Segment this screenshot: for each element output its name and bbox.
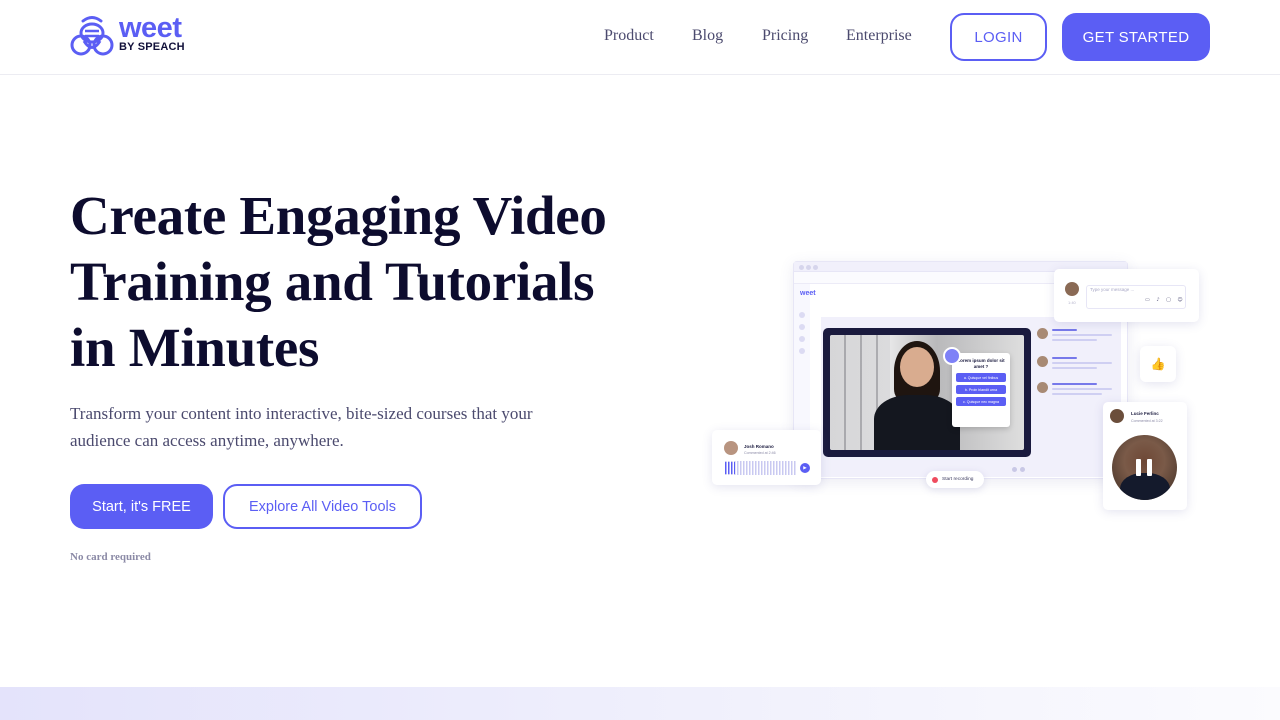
pager-dot bbox=[1012, 467, 1017, 472]
list-line bbox=[1052, 357, 1077, 359]
presenter-body bbox=[874, 395, 960, 450]
chat-placeholder: Type your message ... bbox=[1090, 287, 1135, 292]
pager-dot bbox=[1020, 467, 1025, 472]
nav-link-product[interactable]: Product bbox=[604, 27, 654, 45]
get-started-button[interactable]: GET STARTED bbox=[1062, 13, 1210, 61]
audio-waveform-progress bbox=[725, 462, 735, 474]
next-section-band bbox=[0, 687, 1280, 720]
video-comment-card: Lucie Ferlinc Commented at 3:22 bbox=[1103, 402, 1187, 510]
no-card-note: No card required bbox=[70, 551, 151, 563]
quiz-card: Lorem ipsum dolor sit amet ? a. Quisque … bbox=[952, 353, 1010, 427]
hero-title: Create Engaging Video Training and Tutor… bbox=[70, 183, 650, 381]
highlight-dot bbox=[943, 347, 961, 365]
avatar bbox=[1065, 282, 1079, 296]
play-icon: ▶ bbox=[800, 463, 810, 473]
comment-meta: Commented at 2:46 bbox=[744, 451, 776, 455]
hero-title-line: Training and Tutorials bbox=[70, 251, 595, 312]
logo-wordmark: weet bbox=[119, 11, 182, 44]
hero-title-line: Create Engaging Video bbox=[70, 185, 607, 246]
list-line bbox=[1052, 334, 1112, 336]
sidebar-dot bbox=[799, 336, 805, 342]
start-free-button[interactable]: Start, it's FREE bbox=[70, 484, 213, 529]
avatar bbox=[724, 441, 738, 455]
voice-comment-card: Josh Romano Commented at 2:46 ▶ bbox=[712, 430, 821, 485]
nav-link-pricing[interactable]: Pricing bbox=[762, 27, 808, 45]
record-icon bbox=[932, 476, 938, 483]
window-dot bbox=[799, 265, 804, 270]
hero-subtitle-line: audience can access anytime, anywhere. bbox=[70, 431, 344, 450]
quiz-option: a. Quisque vel finibus bbox=[956, 373, 1006, 382]
list-line bbox=[1052, 329, 1077, 331]
quiz-option: b. Proin blandit urna bbox=[956, 385, 1006, 394]
hero-subtitle-line: Transform your content into interactive,… bbox=[70, 404, 533, 423]
list-line bbox=[1052, 367, 1097, 369]
weet-logo[interactable]: weet BY SPEACH bbox=[70, 11, 185, 58]
chat-timestamp: 1:40 bbox=[1068, 300, 1076, 305]
thumbs-up-reaction: 👍 bbox=[1140, 346, 1176, 382]
start-recording-label: Start recording bbox=[942, 477, 974, 482]
sidebar-dot bbox=[799, 312, 805, 318]
app-logo: weet bbox=[800, 290, 816, 297]
hero-title-line: in Minutes bbox=[70, 317, 320, 378]
weet-logo-icon bbox=[70, 14, 114, 58]
presenter-face bbox=[900, 347, 934, 387]
avatar bbox=[1110, 409, 1124, 423]
commenter-body bbox=[1120, 473, 1170, 500]
login-button[interactable]: LOGIN bbox=[950, 13, 1047, 61]
audio-waveform bbox=[725, 461, 797, 475]
pause-icon bbox=[1136, 459, 1141, 476]
nav-link-enterprise[interactable]: Enterprise bbox=[846, 27, 912, 45]
list-line bbox=[1052, 383, 1097, 385]
avatar bbox=[1037, 356, 1048, 367]
sidebar-dot bbox=[799, 348, 805, 354]
quiz-question: Lorem ipsum dolor sit amet ? bbox=[957, 358, 1005, 369]
avatar bbox=[1037, 382, 1048, 393]
list-line bbox=[1052, 339, 1097, 341]
chat-tool-icons: ▭ ♪ ▢ ☺ bbox=[1145, 297, 1186, 303]
comment-meta: Commented at 3:22 bbox=[1131, 419, 1163, 423]
chat-card: 1:40 Type your message ... ▭ ♪ ▢ ☺ bbox=[1054, 269, 1199, 322]
thumbs-up-icon: 👍 bbox=[1150, 357, 1166, 371]
explore-video-tools-button[interactable]: Explore All Video Tools bbox=[223, 484, 422, 529]
video-comment-bubble bbox=[1112, 435, 1177, 500]
hero-illustration: weet Lorem ipsum dolor sit amet ? a. Qui… bbox=[700, 255, 1210, 525]
commenter-name: Lucie Ferlinc bbox=[1131, 411, 1159, 416]
pause-icon bbox=[1147, 459, 1152, 476]
window-dot bbox=[813, 265, 818, 270]
list-line bbox=[1052, 393, 1102, 395]
list-line bbox=[1052, 388, 1112, 390]
sidebar-dot bbox=[799, 324, 805, 330]
window-dot bbox=[806, 265, 811, 270]
site-header: weet BY SPEACH Product Blog Pricing Ente… bbox=[0, 0, 1280, 75]
logo-byline: BY SPEACH bbox=[119, 40, 185, 53]
quiz-option: c. Quisque nec magna bbox=[956, 397, 1006, 406]
list-line bbox=[1052, 362, 1112, 364]
hero-subtitle: Transform your content into interactive,… bbox=[70, 400, 590, 454]
commenter-name: Josh Romano bbox=[744, 444, 774, 449]
start-recording-pill: Start recording bbox=[926, 471, 984, 488]
avatar bbox=[1037, 328, 1048, 339]
nav-link-blog[interactable]: Blog bbox=[692, 27, 723, 45]
